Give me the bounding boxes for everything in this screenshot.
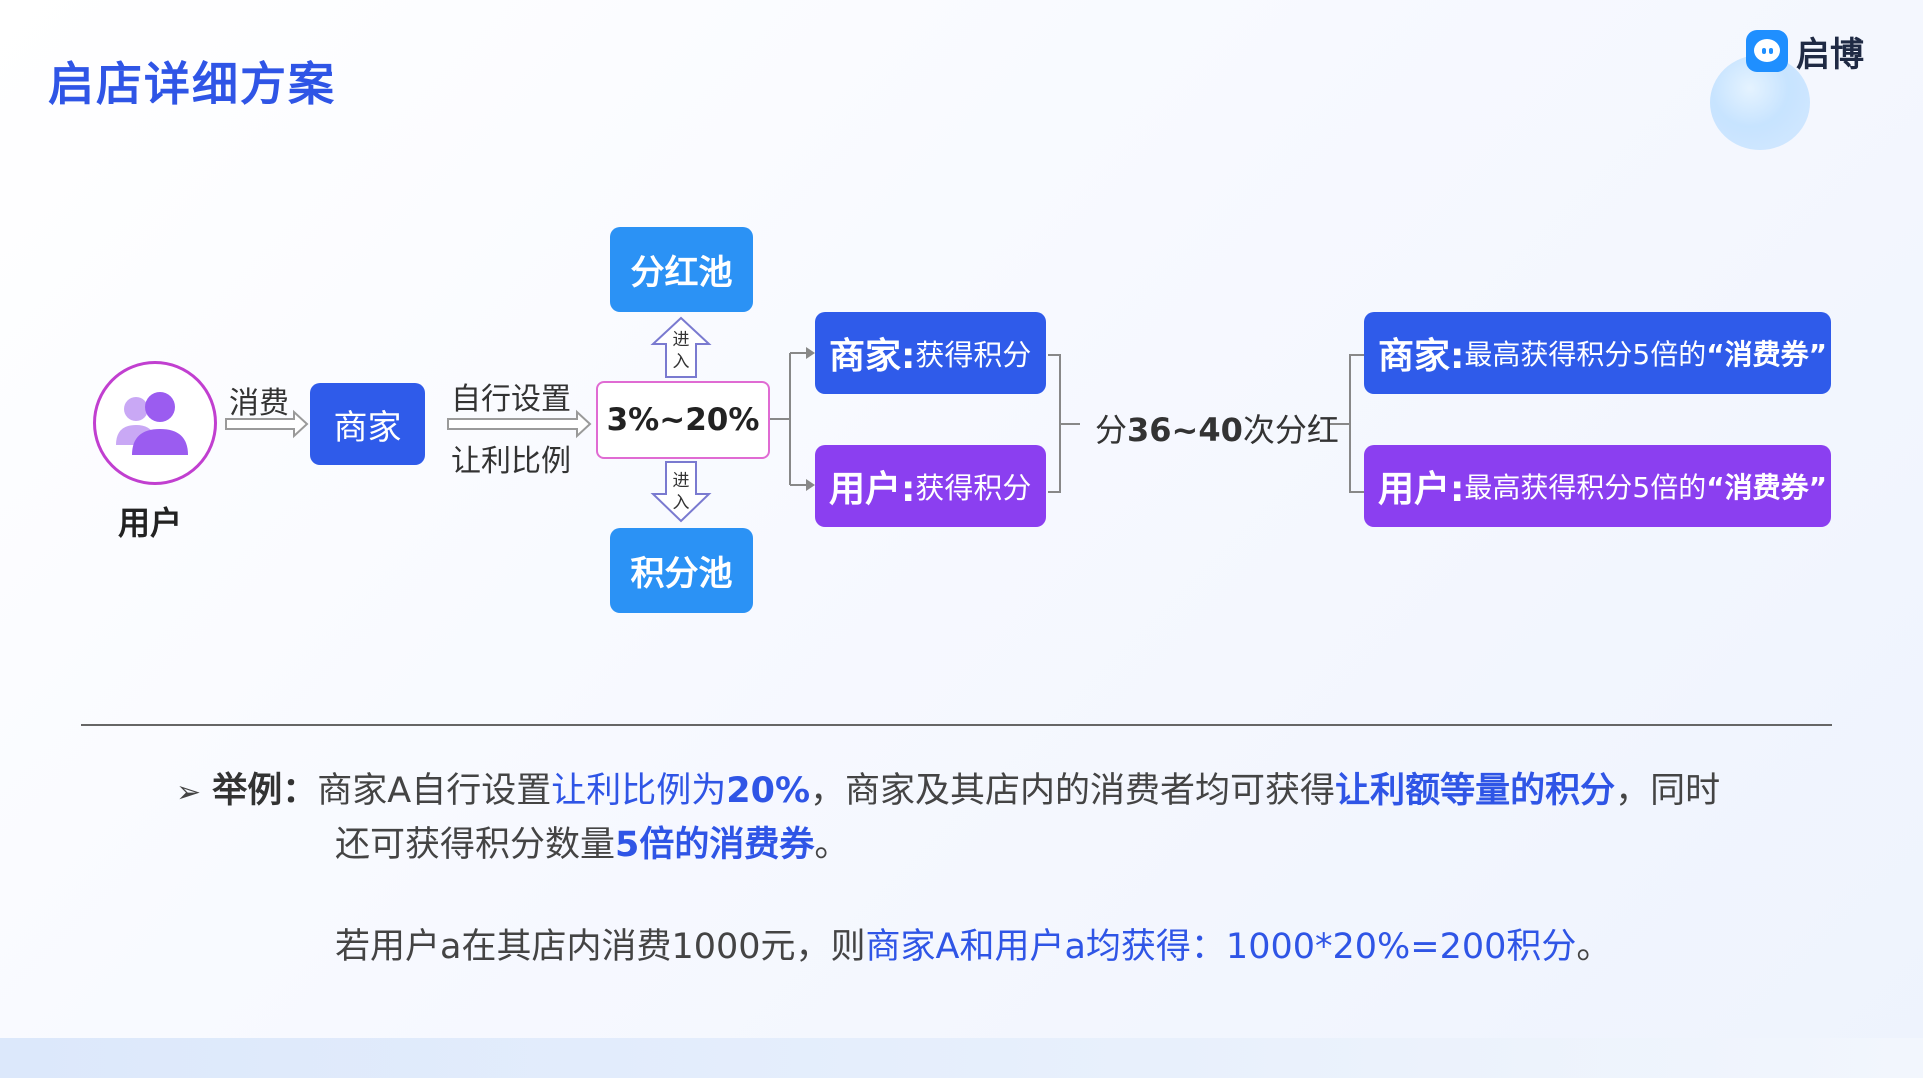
bullet-arrow-icon: ➢ bbox=[176, 775, 202, 810]
enter-down-arrow: 进 入 bbox=[650, 461, 712, 523]
merchant-voucher-node: 商家: 最高获得积分5倍的 “消费券” bbox=[1364, 312, 1831, 394]
merchant-voucher-prefix: 商家: bbox=[1378, 336, 1465, 377]
user-voucher-text: 最高获得积分5倍的 bbox=[1464, 471, 1707, 504]
enter-down-label-2: 入 bbox=[673, 493, 690, 513]
example-label: 举例： bbox=[212, 771, 318, 811]
user-points-text: 获得积分 bbox=[915, 471, 1032, 505]
setting-label-bottom: 让利比例 bbox=[451, 444, 571, 479]
example-line2-end: 。 bbox=[814, 825, 850, 865]
diagram-connectors: 进 入 进 入 bbox=[225, 316, 1364, 523]
enter-up-label-1: 进 bbox=[673, 330, 690, 350]
example-hl-ratio: 让利比例为 bbox=[551, 771, 727, 811]
bracket-arrowhead-bottom bbox=[806, 479, 815, 491]
enter-up-arrow: 进 入 bbox=[650, 316, 712, 378]
percent-range-node: 3%~20% bbox=[596, 381, 770, 459]
bonus-pool-node: 分红池 bbox=[610, 227, 753, 312]
merchant-points-prefix: 商家: bbox=[829, 336, 916, 377]
merge-bracket bbox=[1048, 354, 1080, 493]
user-group-icon bbox=[116, 392, 188, 455]
merchant-points-node: 商家: 获得积分 bbox=[815, 312, 1046, 394]
example-hl-result: 商家A和用户a均获得：1000*20%=200积分 bbox=[865, 927, 1577, 967]
example-line-1: ➢ 举例：商家A自行设置让利比例为20%，商家及其店内的消费者均可获得让利额等量… bbox=[176, 762, 1720, 813]
user-voucher-node: 用户: 最高获得积分5倍的 “消费券” bbox=[1364, 445, 1831, 527]
example-line-3: 若用户a在其店内消费1000元，则商家A和用户a均获得：1000*20%=200… bbox=[335, 918, 1611, 969]
setting-label-top: 自行设置 bbox=[451, 382, 571, 417]
example-line3-text: 若用户a在其店内消费1000元，则 bbox=[335, 927, 866, 967]
points-pool-node: 积分池 bbox=[610, 528, 753, 613]
example-hl-percent: 20% bbox=[726, 771, 811, 811]
example-hl-equal-points: 让利额等量的积分 bbox=[1335, 771, 1616, 811]
split-bracket bbox=[768, 352, 806, 486]
consume-label: 消费 bbox=[229, 386, 289, 421]
merchant-voucher-highlight: “消费券” bbox=[1706, 338, 1828, 371]
example-text-d: ，商家及其店内的消费者均可获得 bbox=[810, 771, 1336, 811]
user-voucher-prefix: 用户: bbox=[1378, 469, 1465, 510]
bracket-arrowhead-top bbox=[806, 347, 815, 359]
user-label: 用户 bbox=[118, 504, 183, 542]
enter-down-label-1: 进 bbox=[673, 471, 690, 491]
example-text-f: ，同时 bbox=[1615, 771, 1721, 811]
example-text-a: 商家A自行设置 bbox=[317, 771, 552, 811]
merchant-voucher-text: 最高获得积分5倍的 bbox=[1464, 338, 1707, 371]
merchant-points-text: 获得积分 bbox=[915, 338, 1032, 372]
dividend-label: 分36~40次分红 bbox=[1095, 405, 1339, 451]
section-divider bbox=[81, 724, 1832, 726]
example-hl-voucher: 5倍的消费券 bbox=[615, 825, 815, 865]
user-points-prefix: 用户: bbox=[829, 469, 916, 510]
example-line2-text: 还可获得积分数量 bbox=[335, 825, 616, 865]
enter-up-label-2: 入 bbox=[673, 352, 690, 372]
user-points-node: 用户: 获得积分 bbox=[815, 445, 1046, 527]
user-voucher-highlight: “消费券” bbox=[1706, 471, 1828, 504]
merchant-node: 商家 bbox=[310, 383, 425, 465]
dividend-prefix: 分 bbox=[1095, 411, 1128, 449]
example-line3-end: 。 bbox=[1576, 927, 1612, 967]
example-line-2: 还可获得积分数量5倍的消费券。 bbox=[335, 816, 849, 867]
dividend-count: 36~40 bbox=[1127, 411, 1243, 449]
dividend-suffix: 次分红 bbox=[1242, 411, 1339, 449]
